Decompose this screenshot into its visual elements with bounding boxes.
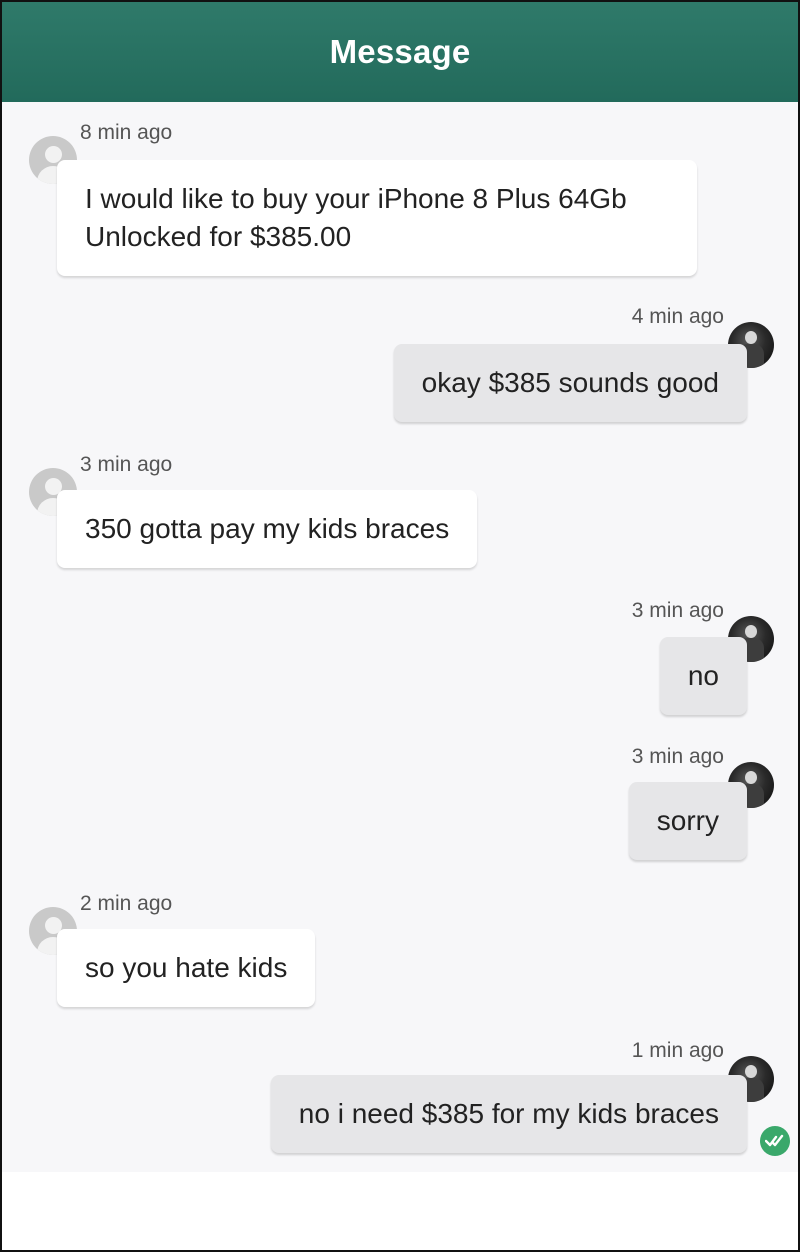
message-thread[interactable]: 8 min ago I would like to buy your iPhon… <box>2 102 798 1172</box>
message-text-line: Unlocked for $385.00 <box>85 221 352 252</box>
message-text: 350 gotta pay my kids braces <box>85 513 450 544</box>
message-timestamp: 3 min ago <box>631 599 724 622</box>
message-timestamp: 2 min ago <box>80 892 173 915</box>
message-text: no i need $385 for my kids braces <box>298 1098 719 1129</box>
header-bar: Message <box>2 2 798 102</box>
message-text: sorry <box>656 805 719 836</box>
message-timestamp: 8 min ago <box>80 121 173 144</box>
message-timestamp: 4 min ago <box>631 305 724 328</box>
message-text: so you hate kids <box>85 952 288 983</box>
message-text: no <box>687 660 719 691</box>
message-timestamp: 1 min ago <box>631 1039 724 1062</box>
outgoing-message-bubble[interactable]: no <box>659 637 747 715</box>
outgoing-message-bubble[interactable]: okay $385 sounds good <box>393 344 747 422</box>
incoming-message-bubble[interactable]: 350 gotta pay my kids braces <box>57 490 478 568</box>
incoming-message-bubble[interactable]: so you hate kids <box>57 929 316 1007</box>
outgoing-message-bubble[interactable]: no i need $385 for my kids braces <box>270 1075 747 1153</box>
footer-area <box>2 1172 798 1250</box>
message-text-line: I would like to buy your iPhone 8 Plus 6… <box>85 183 627 214</box>
message-text: okay $385 sounds good <box>421 367 719 398</box>
message-timestamp: 3 min ago <box>80 453 173 476</box>
double-check-icon <box>760 1126 790 1156</box>
message-timestamp: 3 min ago <box>631 745 724 768</box>
outgoing-message-bubble[interactable]: sorry <box>628 782 747 860</box>
incoming-message-bubble[interactable]: I would like to buy your iPhone 8 Plus 6… <box>57 160 697 276</box>
page-title: Message <box>329 33 471 70</box>
app-frame: Message 8 min ago I would like to buy yo… <box>0 0 800 1252</box>
